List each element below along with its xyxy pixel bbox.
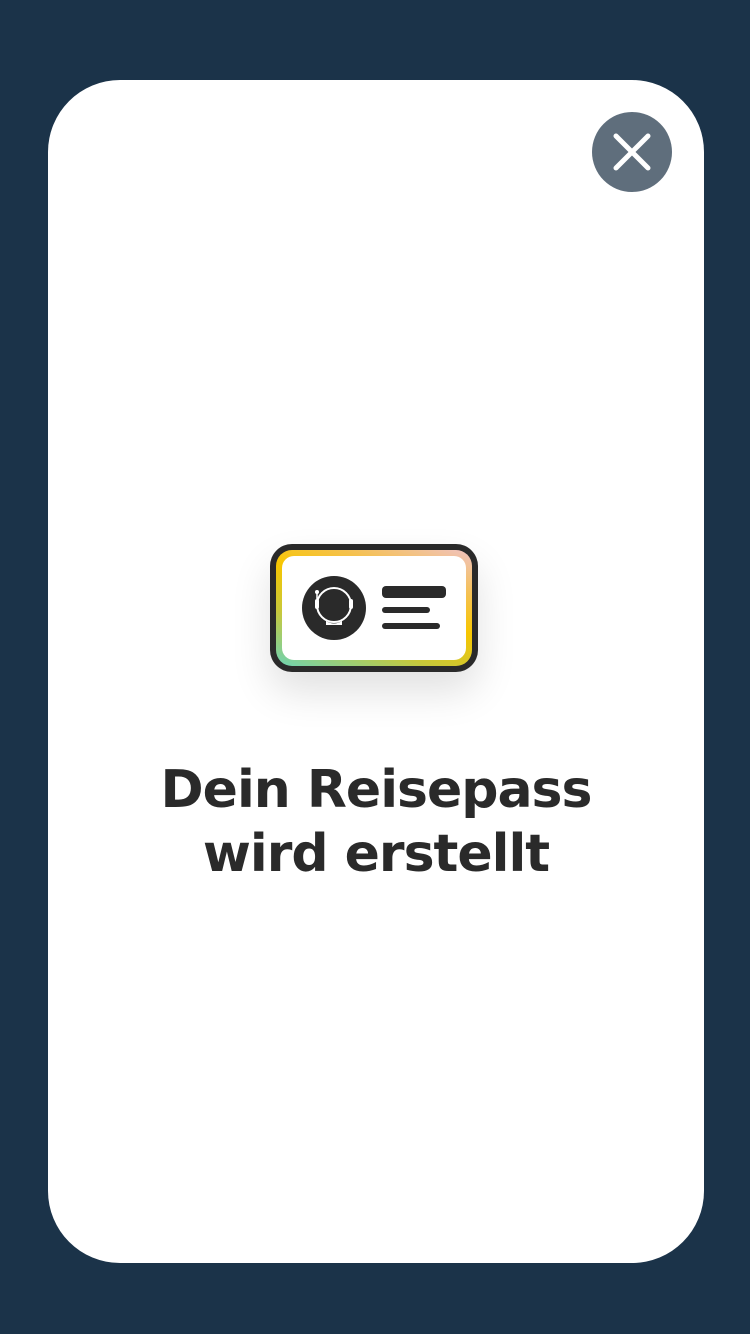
- close-button[interactable]: [592, 112, 672, 192]
- close-icon: [613, 133, 651, 171]
- title-line-2: wird erstellt: [202, 824, 550, 884]
- title-line-1: Dein Reisepass: [160, 760, 593, 820]
- page-title: Dein Reisepass wird erstellt: [48, 758, 704, 886]
- astronaut-avatar-icon: [302, 576, 446, 640]
- passport-icon: [270, 544, 478, 672]
